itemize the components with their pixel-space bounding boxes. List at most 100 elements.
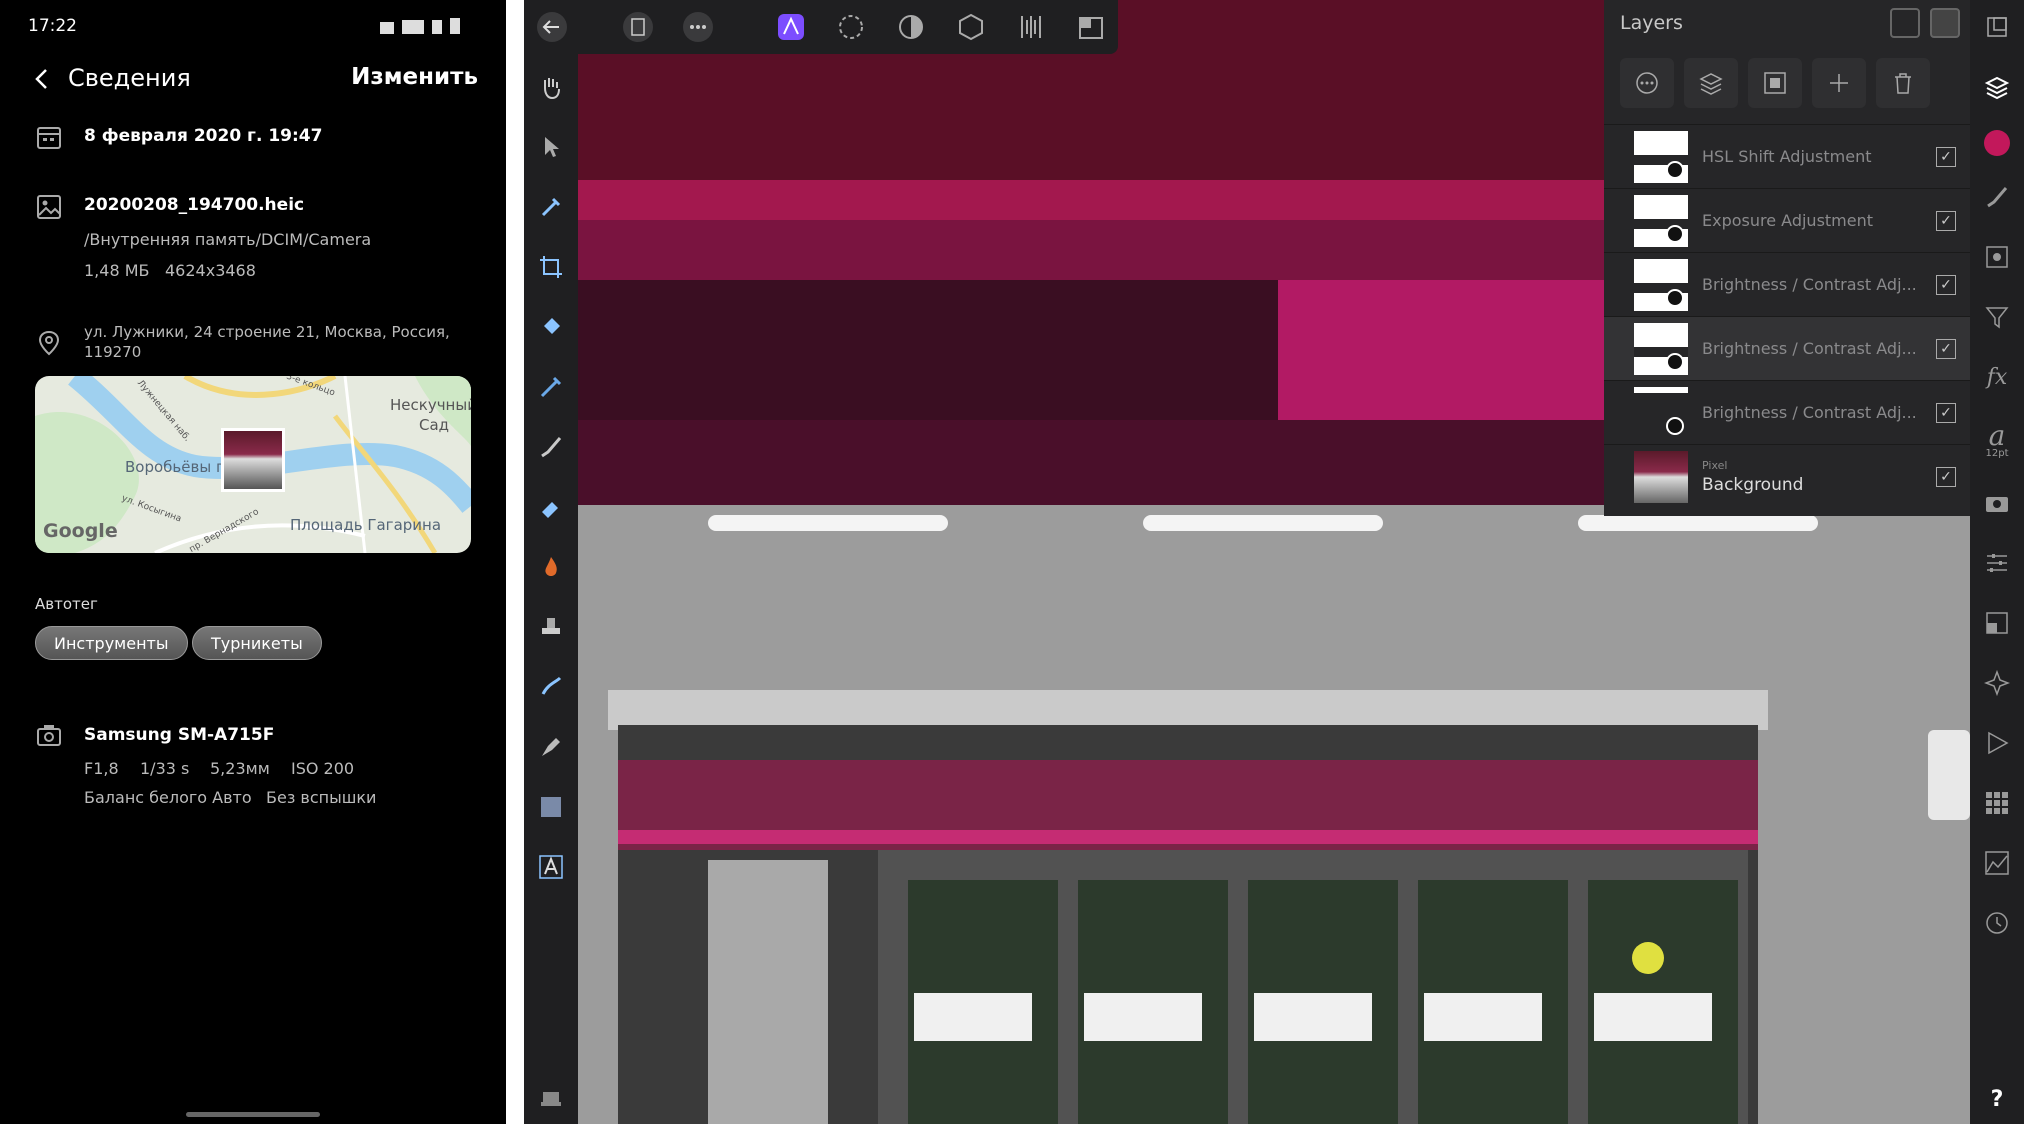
location-address: ул. Лужники, 24 строение 21, Москва, Рос…	[84, 323, 450, 341]
layer-visibility-checkbox[interactable]: ✓	[1936, 339, 1956, 359]
back-button[interactable]	[28, 64, 56, 94]
develop-persona-icon[interactable]	[893, 10, 929, 44]
navigator-icon[interactable]	[1980, 666, 2014, 700]
pin-panel-icon[interactable]	[1930, 8, 1960, 38]
liquify-persona-icon[interactable]	[833, 10, 869, 44]
filter-icon[interactable]	[1980, 300, 2014, 334]
status-icons	[380, 18, 460, 34]
back-arrow-icon[interactable]	[534, 10, 570, 44]
burn-tool-icon[interactable]	[534, 550, 568, 584]
layer-name: Brightness / Contrast Adj...	[1702, 339, 1917, 358]
brushes-icon[interactable]	[1980, 180, 2014, 214]
add-layer-icon[interactable]	[1812, 58, 1866, 108]
layer-row[interactable]: Brightness / Contrast Adj... ✓	[1604, 380, 1970, 444]
sliders-icon[interactable]	[1980, 546, 2014, 580]
page-title: Сведения	[68, 64, 191, 92]
layer-thumbnail	[1634, 387, 1688, 439]
layer-visibility-checkbox[interactable]: ✓	[1936, 211, 1956, 231]
adjustment-icon	[1666, 161, 1684, 179]
layer-name: Brightness / Contrast Adj...	[1702, 275, 1917, 294]
fullscreen-icon[interactable]	[1980, 10, 2014, 44]
panel-menu-icon[interactable]	[1890, 8, 1920, 38]
move-tool-icon[interactable]	[534, 130, 568, 164]
help-icon[interactable]: ?	[1980, 1082, 2014, 1116]
layers-studio-icon[interactable]	[1980, 70, 2014, 104]
layer-row[interactable]: Pixel Background ✓	[1604, 444, 1970, 508]
layer-row[interactable]: Brightness / Contrast Adj... ✓	[1604, 252, 1970, 316]
tools-menu-icon[interactable]	[534, 1080, 568, 1114]
google-logo: Google	[43, 520, 118, 542]
adjustment-icon	[1666, 353, 1684, 371]
mask-layer-icon[interactable]	[1748, 58, 1802, 108]
layer-row[interactable]: HSL Shift Adjustment ✓	[1604, 124, 1970, 188]
photo-persona-icon[interactable]	[773, 10, 809, 44]
text-style-icon[interactable]: a	[1980, 418, 2014, 452]
location-map[interactable]: Нескучный Сад Воробьёвы г Площадь Гагари…	[35, 376, 471, 553]
text-tool-icon[interactable]	[534, 850, 568, 884]
datetime-text: 8 февраля 2020 г. 19:47	[84, 126, 323, 146]
more-icon[interactable]	[680, 10, 716, 44]
tag-chip[interactable]: Инструменты	[35, 626, 188, 660]
layer-name: Exposure Adjustment	[1702, 211, 1874, 230]
delete-layer-icon[interactable]	[1876, 58, 1930, 108]
image-icon	[36, 194, 62, 220]
layer-visibility-checkbox[interactable]: ✓	[1936, 403, 1956, 423]
macro-play-icon[interactable]	[1980, 726, 2014, 760]
camera-aperture: F1,8	[84, 759, 119, 778]
camera-shutter: 1/33 s	[140, 759, 190, 778]
blend-options-icon[interactable]	[1620, 58, 1674, 108]
fx-icon[interactable]: fx	[1980, 360, 2014, 394]
layer-name: Brightness / Contrast Adj...	[1702, 403, 1917, 422]
layer-stack-icon[interactable]	[1684, 58, 1738, 108]
fill-tool-icon[interactable]	[534, 310, 568, 344]
paint-brush-icon[interactable]	[534, 430, 568, 464]
pen-tool-icon[interactable]	[534, 730, 568, 764]
location-pin-icon	[36, 330, 62, 356]
wifi-icon	[380, 22, 394, 34]
camera-flash: Без вспышки	[266, 788, 377, 807]
camera-wb: Баланс белого Авто	[84, 788, 252, 807]
healing-tool-icon[interactable]	[534, 670, 568, 704]
camera-icon	[36, 722, 62, 748]
adjustment-icon	[1666, 289, 1684, 307]
export-persona-icon[interactable]	[1013, 10, 1049, 44]
grid-icon[interactable]	[1980, 786, 2014, 820]
eraser-icon[interactable]	[534, 490, 568, 524]
file-resolution: 4624x3468	[165, 261, 256, 280]
split-divider	[506, 0, 524, 1124]
tag-chip[interactable]: Турникеты	[192, 626, 322, 660]
transform-icon[interactable]	[1980, 606, 2014, 640]
color-picker-icon[interactable]	[534, 190, 568, 224]
camera-studio-icon[interactable]	[1980, 486, 2014, 520]
document-icon[interactable]	[620, 10, 656, 44]
hand-tool-icon[interactable]	[534, 70, 568, 104]
map-label: Воробьёвы г	[125, 458, 224, 476]
status-time: 17:22	[28, 16, 77, 36]
clone-stamp-icon[interactable]	[534, 610, 568, 644]
font-size-label: 12pt	[1985, 448, 2009, 459]
edit-button[interactable]: Изменить	[351, 64, 478, 90]
layer-name: HSL Shift Adjustment	[1702, 147, 1872, 166]
layers-panel-title: Layers	[1620, 12, 1683, 34]
history-icon[interactable]	[1980, 906, 2014, 940]
file-name: 20200208_194700.heic	[84, 195, 305, 215]
layer-visibility-checkbox[interactable]: ✓	[1936, 147, 1956, 167]
map-label: Нескучный	[390, 396, 471, 414]
shape-tool-icon[interactable]	[534, 790, 568, 824]
layer-name: Background	[1702, 475, 1804, 495]
layer-row-selected[interactable]: Brightness / Contrast Adj... ✓	[1604, 316, 1970, 380]
histogram-icon[interactable]	[1980, 846, 2014, 880]
tone-mapping-persona-icon[interactable]	[953, 10, 989, 44]
layer-visibility-checkbox[interactable]: ✓	[1936, 275, 1956, 295]
layer-thumbnail	[1634, 323, 1688, 375]
file-path: /Внутренняя память/DCIM/Camera	[84, 230, 372, 249]
layer-visibility-checkbox[interactable]: ✓	[1936, 467, 1956, 487]
layer-row[interactable]: Exposure Adjustment ✓	[1604, 188, 1970, 252]
battery-icon	[450, 18, 460, 34]
snapshot-icon[interactable]	[1073, 10, 1109, 44]
map-photo-thumbnail	[221, 428, 285, 492]
selection-brush-icon[interactable]	[534, 370, 568, 404]
crop-tool-icon[interactable]	[534, 250, 568, 284]
adjustments-icon[interactable]	[1980, 240, 2014, 274]
color-swatch-icon[interactable]	[1980, 126, 2014, 160]
